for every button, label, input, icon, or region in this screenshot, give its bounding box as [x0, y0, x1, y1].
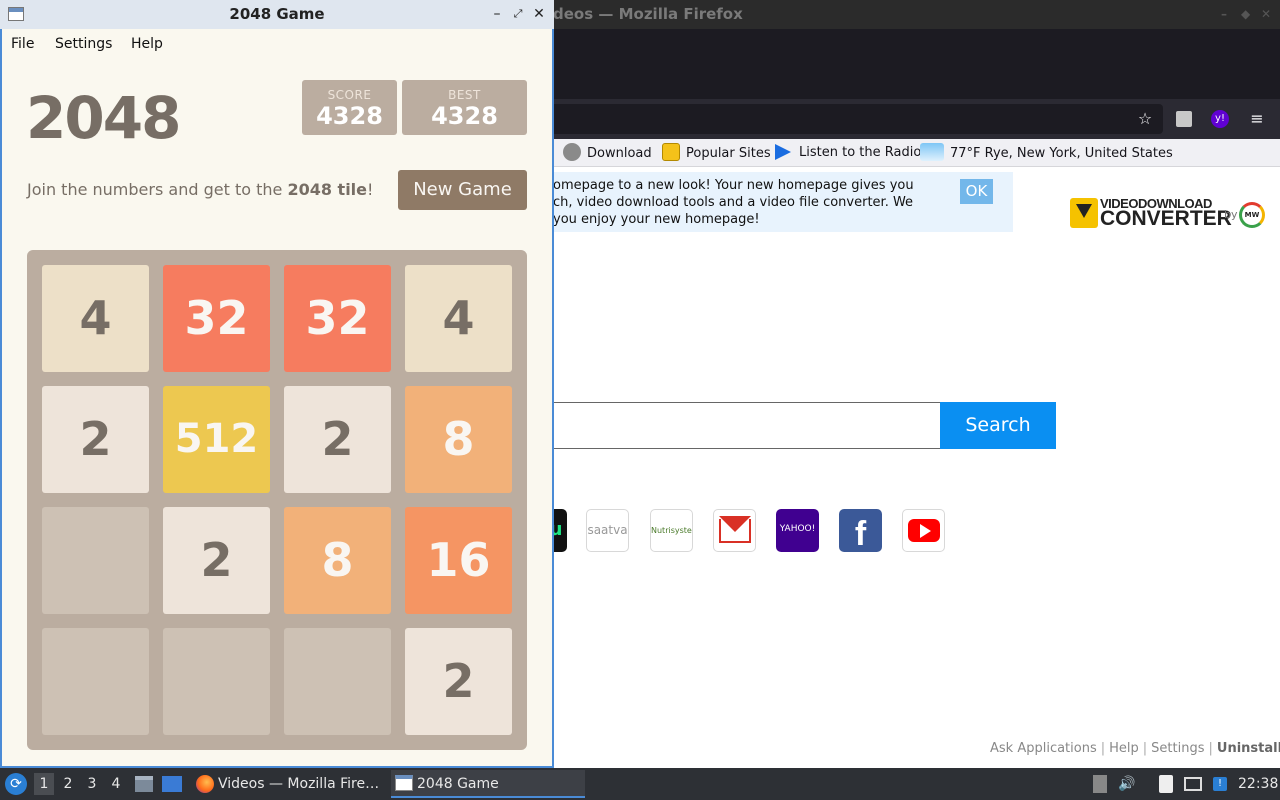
notification-icon[interactable]: ! [1210, 774, 1230, 794]
network-icon[interactable] [1183, 774, 1203, 794]
site-saatva[interactable]: saatva [586, 509, 629, 552]
bookmark-popular-sites[interactable]: Popular Sites [662, 143, 771, 163]
close-icon[interactable]: ✕ [531, 5, 547, 23]
bookmark-weather[interactable]: 77°F Rye, New York, United States [920, 143, 1173, 163]
task-firefox[interactable]: Videos — Mozilla Fire… [192, 770, 388, 798]
weather-icon [920, 143, 944, 161]
tile-512: 512 [163, 386, 270, 493]
site-youtube[interactable] [902, 509, 945, 552]
game-board[interactable]: 4 32 32 4 2 512 2 8 2 8 16 2 [27, 250, 527, 750]
window-icon [395, 775, 413, 791]
footer-help-link[interactable]: Help [1109, 741, 1139, 756]
tile-2: 2 [284, 386, 391, 493]
tile-32: 32 [284, 265, 391, 372]
download-icon [563, 143, 581, 161]
clipboard-icon[interactable] [1156, 774, 1176, 794]
yahoo-extension-icon[interactable]: y! [1210, 109, 1230, 129]
new-game-button[interactable]: New Game [398, 170, 527, 210]
notice-ok-button[interactable]: OK [960, 179, 993, 204]
menu-file[interactable]: File [11, 36, 34, 52]
menu-hamburger-icon[interactable]: ≡ [1247, 109, 1267, 129]
file-manager-icon[interactable] [134, 774, 154, 794]
firefox-tab-strip [553, 29, 1280, 99]
site-yahoo[interactable]: YAHOO! [776, 509, 819, 552]
tile-4: 4 [405, 265, 512, 372]
best-value: 4328 [431, 102, 498, 130]
empty-cell [42, 628, 149, 735]
bookmark-radio[interactable]: Listen to the Radio [775, 143, 921, 163]
workspace-3[interactable]: 3 [82, 773, 102, 795]
tile-4: 4 [42, 265, 149, 372]
minimize-icon[interactable]: – [489, 5, 505, 23]
game-intro: Join the numbers and get to the 2048 til… [27, 180, 374, 199]
homepage-notice: omepage to a new look! Your new homepage… [553, 172, 1013, 232]
maximize-icon[interactable]: ◆ [1241, 0, 1250, 29]
volume-icon[interactable]: 🔊 [1117, 774, 1137, 794]
search-input[interactable] [553, 402, 941, 449]
search-button[interactable]: Search [940, 402, 1056, 449]
tile-16: 16 [405, 507, 512, 614]
footer-ask-applications-link[interactable]: Ask Applications [990, 741, 1097, 756]
play-icon [775, 144, 791, 160]
tile-8: 8 [405, 386, 512, 493]
bookmark-star-icon[interactable]: ☆ [1135, 109, 1155, 129]
tile-2: 2 [163, 507, 270, 614]
footer-uninstall-link[interactable]: Uninstall [1217, 741, 1280, 756]
close-icon[interactable]: ✕ [1261, 0, 1271, 29]
bookmark-download[interactable]: Download [563, 143, 652, 163]
empty-cell [284, 628, 391, 735]
clock: 22:38 [1238, 776, 1279, 792]
page-footer: Ask Applications | Help | Settings | Uninstall [990, 741, 1280, 761]
footer-settings-link[interactable]: Settings [1151, 741, 1204, 756]
tile-2: 2 [405, 628, 512, 735]
empty-cell [42, 507, 149, 614]
tray-up-icon[interactable] [1090, 774, 1110, 794]
tile-32: 32 [163, 265, 270, 372]
tile-2: 2 [42, 386, 149, 493]
site-facebook[interactable]: f [839, 509, 882, 552]
game-logo: 2048 [26, 84, 181, 152]
workspace-2[interactable]: 2 [58, 773, 78, 795]
menu-help[interactable]: Help [131, 36, 163, 52]
workspace-4[interactable]: 4 [106, 773, 126, 795]
firefox-titlebar: deos — Mozilla Firefox – ◆ ✕ [553, 0, 1280, 29]
workspace-1[interactable]: 1 [34, 773, 54, 795]
best-box: BEST 4328 [402, 80, 527, 135]
tile-8: 8 [284, 507, 391, 614]
video-download-converter-logo: VIDEODOWNLOAD CONVERTER by MW [1070, 196, 1266, 232]
start-menu-icon[interactable]: ⟳ [5, 773, 27, 795]
score-label: SCORE [327, 88, 372, 102]
url-bar[interactable] [553, 104, 1163, 134]
game-window-title: 2048 Game [229, 5, 325, 23]
star-icon [662, 143, 680, 161]
task-2048-game[interactable]: 2048 Game [391, 770, 585, 798]
menu-settings[interactable]: Settings [55, 36, 112, 52]
score-value: 4328 [316, 102, 383, 130]
site-gmail[interactable] [713, 509, 756, 552]
site-nutrisystem[interactable]: Nutrisystem [650, 509, 693, 552]
firefox-page-content [553, 167, 1280, 768]
firefox-window-title: deos — Mozilla Firefox [553, 5, 743, 23]
extension-icon[interactable] [1174, 109, 1194, 129]
maximize-icon[interactable]: ⤢ [510, 5, 526, 23]
desktop-icon[interactable] [162, 774, 182, 794]
empty-cell [163, 628, 270, 735]
best-label: BEST [448, 88, 481, 102]
minimize-icon[interactable]: – [1221, 0, 1227, 29]
firefox-icon [196, 775, 214, 793]
score-box: SCORE 4328 [302, 80, 397, 135]
